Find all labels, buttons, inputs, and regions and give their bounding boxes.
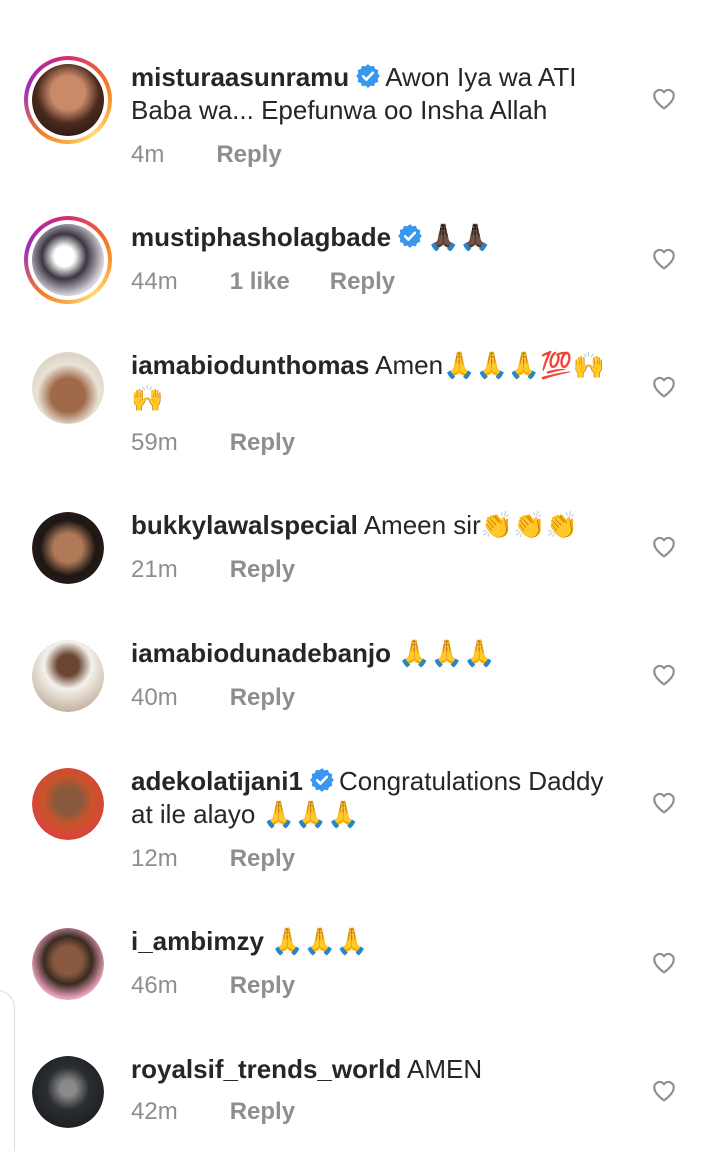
avatar[interactable] bbox=[32, 640, 104, 712]
heart-outline-icon[interactable] bbox=[651, 950, 677, 974]
reply-button[interactable]: Reply bbox=[230, 1098, 295, 1126]
comment-body: i_ambimzy 🙏🙏🙏 bbox=[131, 925, 611, 958]
avatar-image bbox=[32, 928, 104, 1000]
verified-badge-icon bbox=[398, 224, 422, 248]
comment-body: misturaasunramu Awon Iya wa ATI Baba wa..… bbox=[131, 61, 611, 127]
comment-body: iamabiodunthomas Amen🙏🙏🙏💯🙌🙌 bbox=[131, 349, 611, 415]
avatar[interactable] bbox=[32, 512, 104, 584]
reply-button[interactable]: Reply bbox=[216, 141, 281, 169]
timestamp: 12m bbox=[131, 845, 178, 872]
comment-text: AMEN bbox=[407, 1054, 483, 1084]
avatar-inner bbox=[32, 1056, 104, 1128]
avatar[interactable] bbox=[24, 56, 112, 144]
comment-body: bukkylawalspecial Ameen sir👏👏👏 bbox=[131, 509, 611, 542]
comment-meta: 40m Reply bbox=[131, 684, 295, 712]
comment-text: Ameen sir👏👏👏 bbox=[363, 510, 578, 540]
username[interactable]: royalsif_trends_world bbox=[131, 1054, 401, 1084]
avatar-inner bbox=[32, 928, 104, 1000]
comment-text: 🙏🙏🙏 bbox=[271, 926, 369, 956]
avatar-image bbox=[32, 768, 104, 840]
avatar[interactable] bbox=[32, 928, 104, 1000]
comment-meta: 21m Reply bbox=[131, 556, 295, 584]
username[interactable]: bukkylawalspecial bbox=[131, 510, 358, 540]
comment-text: 🙏🙏🙏 bbox=[398, 638, 496, 668]
comment-meta: 42m Reply bbox=[131, 1098, 295, 1126]
comment-meta: 4m Reply bbox=[131, 141, 282, 169]
avatar-image bbox=[32, 64, 104, 136]
comment-meta: 59m Reply bbox=[131, 429, 295, 457]
avatar-inner bbox=[32, 640, 104, 712]
heart-outline-icon[interactable] bbox=[651, 662, 677, 686]
avatar-inner bbox=[32, 512, 104, 584]
heart-outline-icon[interactable] bbox=[651, 534, 677, 558]
comment-body: iamabiodunadebanjo 🙏🙏🙏 bbox=[131, 637, 611, 670]
heart-outline-icon[interactable] bbox=[651, 374, 677, 398]
comment-body: adekolatijani1 Congratulations Daddy at i… bbox=[131, 765, 611, 831]
reply-button[interactable]: Reply bbox=[230, 845, 295, 873]
comment-meta: 44m 1 like Reply bbox=[131, 268, 395, 296]
avatar[interactable] bbox=[32, 768, 104, 840]
comment-body: royalsif_trends_world AMEN bbox=[131, 1053, 611, 1086]
avatar-image bbox=[32, 352, 104, 424]
comment-meta: 12m Reply bbox=[131, 845, 295, 873]
comment-text: 🙏🏿🙏🏿 bbox=[427, 222, 492, 252]
reply-button[interactable]: Reply bbox=[230, 556, 295, 584]
username[interactable]: mustiphasholagbade bbox=[131, 222, 391, 252]
avatar[interactable] bbox=[24, 216, 112, 304]
reply-button[interactable]: Reply bbox=[230, 429, 295, 457]
timestamp: 21m bbox=[131, 556, 178, 583]
username[interactable]: iamabiodunthomas bbox=[131, 350, 369, 380]
avatar[interactable] bbox=[32, 1056, 104, 1128]
timestamp: 42m bbox=[131, 1098, 178, 1125]
avatar-image bbox=[32, 640, 104, 712]
username[interactable]: adekolatijani1 bbox=[131, 766, 303, 796]
timestamp: 44m bbox=[131, 268, 178, 295]
avatar-image bbox=[32, 512, 104, 584]
reply-button[interactable]: Reply bbox=[330, 268, 395, 296]
heart-outline-icon[interactable] bbox=[651, 246, 677, 270]
screen-edge bbox=[0, 990, 15, 1151]
comment-meta: 46m Reply bbox=[131, 972, 295, 1000]
username[interactable]: i_ambimzy bbox=[131, 926, 264, 956]
avatar[interactable] bbox=[32, 352, 104, 424]
like-count[interactable]: 1 like bbox=[230, 268, 290, 296]
reply-button[interactable]: Reply bbox=[230, 684, 295, 712]
verified-badge-icon bbox=[310, 768, 334, 792]
avatar-inner bbox=[28, 220, 108, 300]
avatar-image bbox=[32, 1056, 104, 1128]
timestamp: 59m bbox=[131, 429, 178, 456]
username[interactable]: misturaasunramu bbox=[131, 62, 349, 92]
heart-outline-icon[interactable] bbox=[651, 1078, 677, 1102]
verified-badge-icon bbox=[356, 64, 381, 88]
heart-outline-icon[interactable] bbox=[651, 86, 677, 110]
timestamp: 4m bbox=[131, 141, 165, 168]
reply-button[interactable]: Reply bbox=[230, 972, 295, 1000]
heart-outline-icon[interactable] bbox=[651, 790, 677, 814]
avatar-inner bbox=[32, 768, 104, 840]
timestamp: 46m bbox=[131, 972, 178, 999]
username[interactable]: iamabiodunadebanjo bbox=[131, 638, 391, 668]
timestamp: 40m bbox=[131, 684, 178, 711]
avatar-image bbox=[32, 224, 104, 296]
comment-body: mustiphasholagbade 🙏🏿🙏🏿 bbox=[131, 221, 611, 254]
avatar-inner bbox=[32, 352, 104, 424]
avatar-inner bbox=[28, 60, 108, 140]
